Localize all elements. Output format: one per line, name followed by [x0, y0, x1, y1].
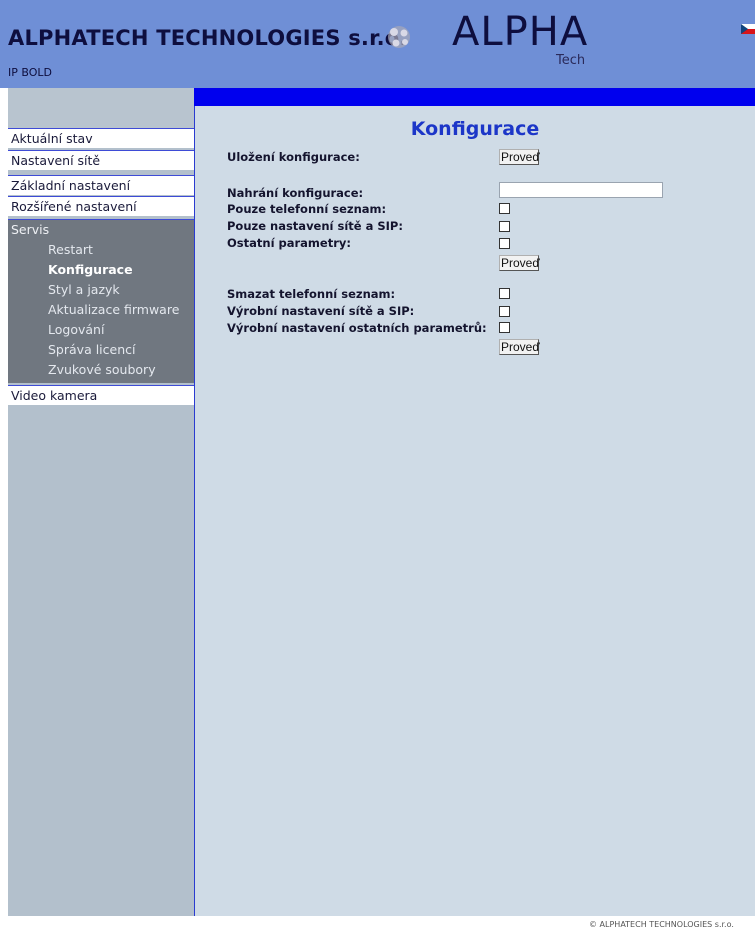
logo-gear-icon [388, 26, 410, 48]
factory-other-params-checkbox[interactable] [499, 322, 510, 333]
upload-config-button[interactable]: Proveď [499, 255, 540, 271]
upload-other-params-checkbox[interactable] [499, 238, 510, 249]
sidebar-item-rozsirene-nastaveni[interactable]: Rozšířené nastavení [8, 196, 194, 216]
sidebar-item-nastaveni-site[interactable]: Nastavení sítě [8, 150, 194, 170]
sidebar-subitem-sprava-licenci[interactable]: Správa licencí [48, 342, 135, 357]
page-header: ALPHATECH TECHNOLOGIES s.r.o. IP BOLD AL… [0, 0, 755, 88]
sidebar-item-servis[interactable]: Servis [11, 222, 49, 237]
sidebar-subitem-logovani[interactable]: Logování [48, 322, 104, 337]
sidebar-item-zakladni-nastaveni[interactable]: Základní nastavení [8, 175, 194, 195]
upload-other-params-label: Ostatní parametry: [227, 236, 351, 250]
company-name: ALPHATECH TECHNOLOGIES s.r.o. [8, 26, 408, 50]
save-config-label: Uložení konfigurace: [227, 150, 360, 164]
factory-other-params-label: Výrobní nastavení ostatních parametrů: [227, 321, 487, 335]
delete-phonebook-label: Smazat telefonní seznam: [227, 287, 396, 301]
page-title: Konfigurace [410, 118, 540, 140]
device-model: IP BOLD [8, 66, 52, 79]
sidebar-subitem-zvukove-soubory[interactable]: Zvukové soubory [48, 362, 156, 377]
upload-config-label: Nahrání konfigurace: [227, 186, 364, 200]
logo-wordmark: ALPHA [452, 9, 589, 55]
upload-phonebook-only-checkbox[interactable] [499, 203, 510, 214]
copyright-text: © ALPHATECH TECHNOLOGIES s.r.o. [589, 920, 734, 929]
delete-phonebook-checkbox[interactable] [499, 288, 510, 299]
sidebar-item-video-kamera[interactable]: Video kamera [8, 385, 194, 405]
logo-subtitle: Tech [556, 53, 586, 68]
save-config-button[interactable]: Proveď [499, 149, 540, 165]
content-top-bar [194, 88, 755, 106]
sidebar: Aktuální stav Nastavení sítě Základní na… [8, 88, 195, 916]
sidebar-item-aktualni-stav[interactable]: Aktuální stav [8, 128, 194, 148]
sidebar-subitem-restart[interactable]: Restart [48, 242, 93, 257]
upload-network-sip-only-checkbox[interactable] [499, 221, 510, 232]
upload-phonebook-only-label: Pouze telefonní seznam: [227, 202, 387, 216]
upload-network-sip-only-label: Pouze nastavení sítě a SIP: [227, 219, 403, 233]
czech-flag-icon[interactable] [741, 24, 755, 34]
reset-config-button[interactable]: Proveď [499, 339, 540, 355]
sidebar-section-servis: Servis Restart Konfigurace Styl a jazyk … [8, 219, 194, 383]
sidebar-subitem-konfigurace[interactable]: Konfigurace [48, 262, 133, 277]
main-content: Konfigurace Uložení konfigurace: Proveď … [195, 106, 755, 916]
factory-network-sip-checkbox[interactable] [499, 306, 510, 317]
page-footer: © ALPHATECH TECHNOLOGIES s.r.o. [0, 916, 755, 930]
sidebar-subitem-styl-a-jazyk[interactable]: Styl a jazyk [48, 282, 120, 297]
upload-config-file-input[interactable] [499, 182, 663, 198]
sidebar-subitem-aktualizace-firmware[interactable]: Aktualizace firmware [48, 302, 179, 317]
factory-network-sip-label: Výrobní nastavení sítě a SIP: [227, 304, 415, 318]
